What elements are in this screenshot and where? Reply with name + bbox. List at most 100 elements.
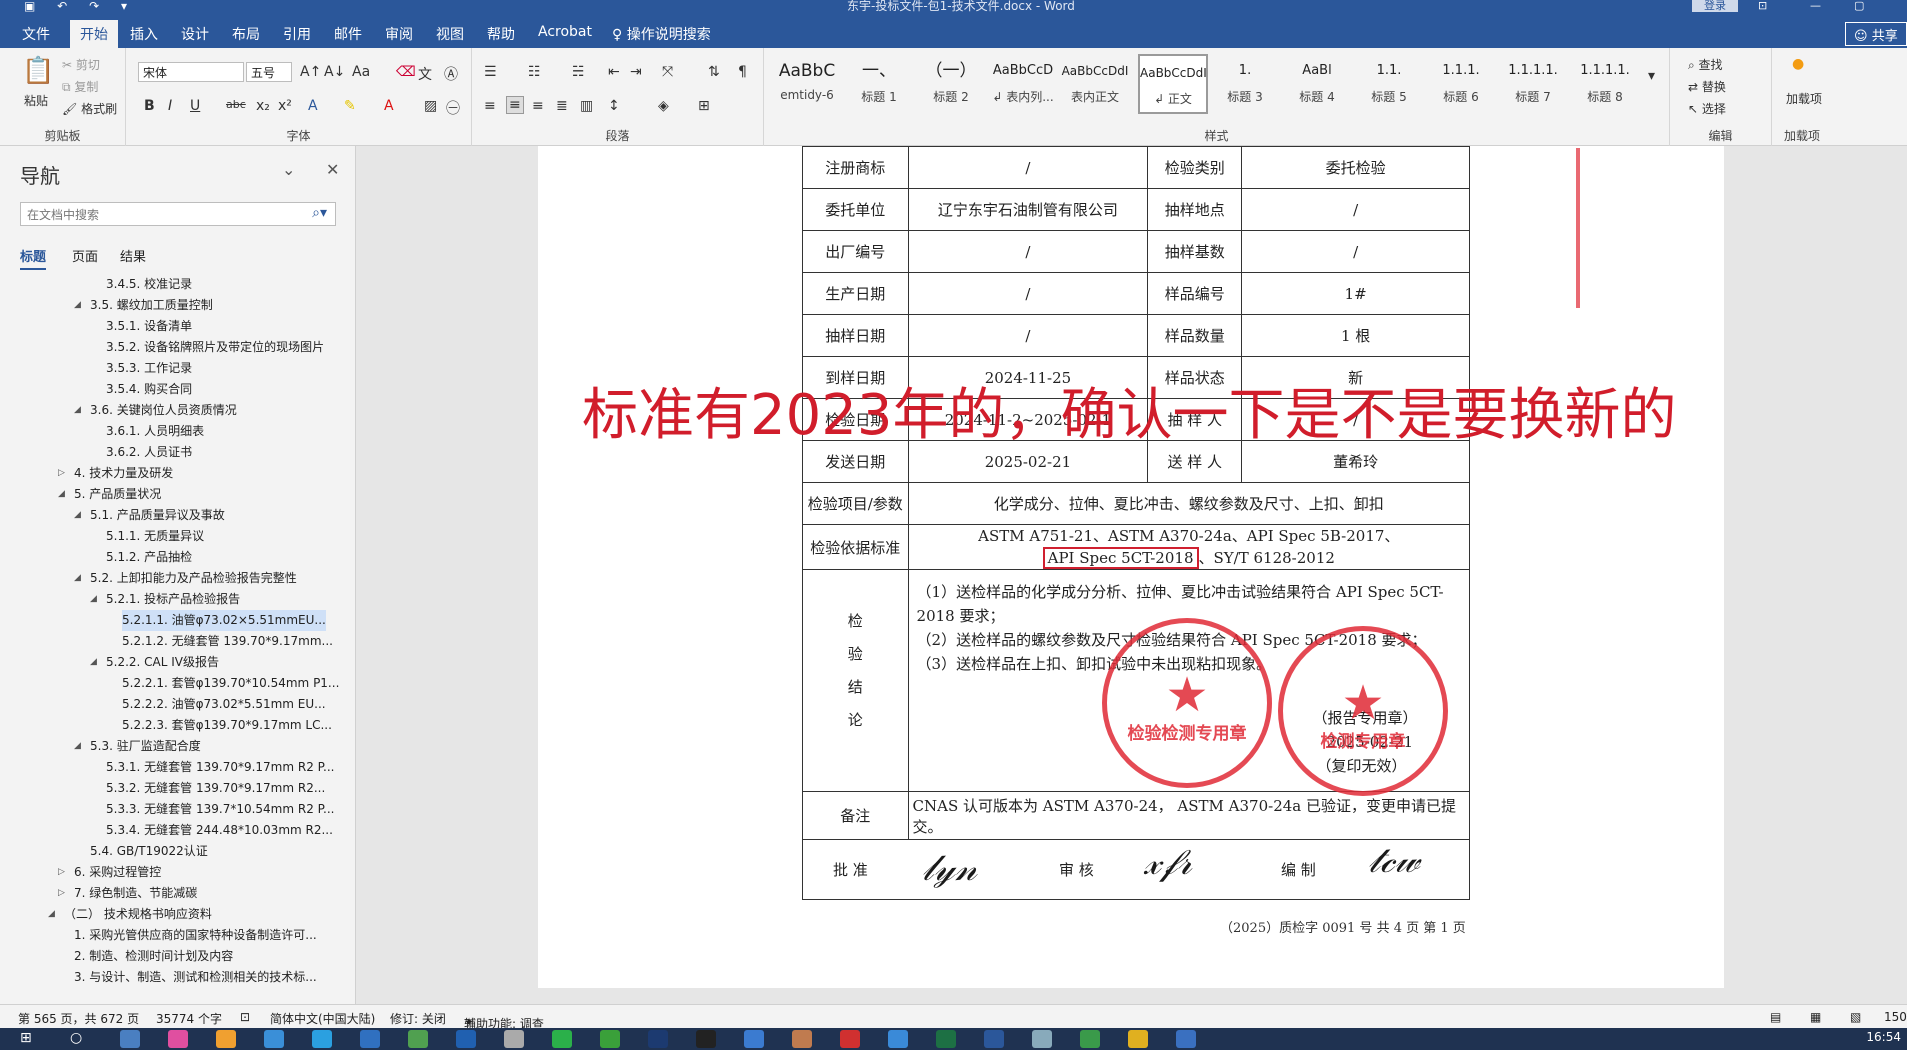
- styles-more-icon[interactable]: ▾: [1648, 68, 1655, 84]
- numbering-icon[interactable]: ☷: [528, 64, 541, 80]
- bold-icon[interactable]: B: [144, 98, 155, 114]
- app-icon[interactable]: [744, 1030, 764, 1048]
- page-count[interactable]: 第 565 页，共 672 页: [18, 1010, 139, 1027]
- app-icon[interactable]: [888, 1030, 908, 1048]
- increase-indent-icon[interactable]: ⇥: [630, 64, 642, 80]
- app-icon[interactable]: [456, 1030, 476, 1048]
- tab-file[interactable]: 文件: [22, 24, 50, 44]
- style-heading-2[interactable]: （一） 标题 2: [916, 54, 986, 114]
- char-shading-icon[interactable]: ▨: [424, 98, 437, 114]
- tab-view[interactable]: 视图: [436, 24, 464, 44]
- windows-start-icon[interactable]: ⊞: [20, 1030, 40, 1048]
- style-heading-6[interactable]: 1.1.1. 标题 6: [1426, 54, 1496, 114]
- qq-icon[interactable]: [696, 1030, 716, 1048]
- nav-heading-item[interactable]: 3.5.3. 工作记录: [106, 358, 192, 379]
- folder-icon[interactable]: [1128, 1030, 1148, 1048]
- minimize-icon[interactable]: —: [1810, 0, 1821, 12]
- style-heading-8[interactable]: 1.1.1.1. 标题 8: [1570, 54, 1640, 114]
- align-right-icon[interactable]: ≡: [532, 98, 544, 114]
- nav-heading-item[interactable]: ◢ 5. 产品质量状况: [58, 484, 161, 505]
- strikethrough-icon[interactable]: abc: [226, 98, 246, 111]
- app-icon[interactable]: [792, 1030, 812, 1048]
- close-icon[interactable]: ✕: [326, 160, 339, 179]
- addins-button[interactable]: 加载项: [1786, 90, 1822, 107]
- nav-heading-item[interactable]: 3.5.1. 设备清单: [106, 316, 192, 337]
- app-icon[interactable]: [600, 1030, 620, 1048]
- tab-references[interactable]: 引用: [283, 24, 311, 44]
- nav-heading-item[interactable]: ◢ 3.6. 关键岗位人员资质情况: [74, 400, 237, 421]
- borders-icon[interactable]: ⊞: [698, 98, 710, 114]
- nav-search-input[interactable]: 在文档中搜索 ⌕▾: [20, 202, 336, 226]
- read-mode-icon[interactable]: ▤: [1770, 1010, 1781, 1024]
- superscript-icon[interactable]: x²: [278, 98, 292, 114]
- nav-heading-item[interactable]: 5.3.3. 无缝套管 139.7*10.54mm R2 P...: [106, 799, 334, 820]
- language[interactable]: 简体中文(中国大陆): [270, 1010, 375, 1027]
- select-button[interactable]: ↖ 选择: [1688, 100, 1726, 117]
- chinese-layout-icon[interactable]: ⤧: [662, 64, 673, 80]
- web-layout-icon[interactable]: ▧: [1850, 1010, 1861, 1024]
- nav-heading-item[interactable]: ◢ 5.3. 驻厂监造配合度: [74, 736, 201, 757]
- app-icon[interactable]: [1032, 1030, 1052, 1048]
- app-icon[interactable]: [312, 1030, 332, 1048]
- nav-heading-item[interactable]: 3. 与设计、制造、测试和检测相关的技术标...: [74, 967, 317, 988]
- style-table-body[interactable]: AaBbCcDdI 表内正文: [1060, 54, 1130, 114]
- tab-pages[interactable]: 页面: [72, 246, 98, 265]
- char-border-icon[interactable]: Ⓐ: [444, 64, 458, 84]
- proofing-icon[interactable]: ⊡: [240, 1010, 250, 1024]
- customize-icon[interactable]: ▾: [121, 0, 127, 13]
- share-button[interactable]: ☺ 共享: [1845, 22, 1907, 46]
- print-layout-icon[interactable]: ▦: [1810, 1010, 1821, 1024]
- acrobat-icon[interactable]: [840, 1030, 860, 1048]
- nav-heading-item[interactable]: 5.2.1.1. 油管φ73.02×5.51mmEU...: [122, 610, 326, 631]
- underline-icon[interactable]: U: [190, 98, 200, 114]
- nav-heading-item[interactable]: 3.5.2. 设备铭牌照片及带定位的现场图片: [106, 337, 324, 358]
- line-spacing-icon[interactable]: ↕: [608, 98, 620, 114]
- nav-heading-item[interactable]: 5.2.2.1. 套管φ139.70*10.54mm P1...: [122, 673, 339, 694]
- change-case-icon[interactable]: Aa: [352, 64, 370, 80]
- search-icon[interactable]: ⌕▾: [312, 205, 327, 221]
- collapse-icon[interactable]: ◢: [90, 589, 97, 610]
- align-center-icon[interactable]: ≡: [506, 96, 524, 114]
- ribbon-display-icon[interactable]: ⊡: [1758, 0, 1767, 12]
- style-heading-3[interactable]: 1. 标题 3: [1210, 54, 1280, 114]
- justify-icon[interactable]: ≣: [556, 98, 568, 114]
- nav-heading-item[interactable]: ◢ 5.2.2. CAL IV级报告: [90, 652, 219, 673]
- tab-results[interactable]: 结果: [120, 246, 146, 265]
- tab-headings[interactable]: 标题: [20, 246, 47, 270]
- tab-help[interactable]: 帮助: [487, 24, 515, 44]
- nav-heading-item[interactable]: ◢ 5.2.1. 投标产品检验报告: [90, 589, 240, 610]
- collapse-icon[interactable]: ◢: [90, 652, 97, 673]
- redo-icon[interactable]: ↷: [89, 0, 99, 13]
- copy-button[interactable]: ⧉ 复制: [62, 78, 98, 95]
- nav-heading-item[interactable]: ▷ 7. 绿色制造、节能减碳: [58, 883, 197, 904]
- maximize-icon[interactable]: ▢: [1854, 0, 1864, 12]
- clear-format-icon[interactable]: ⌫: [396, 64, 416, 80]
- app-icon[interactable]: [408, 1030, 428, 1048]
- app-icon[interactable]: [1080, 1030, 1100, 1048]
- decrease-indent-icon[interactable]: ⇤: [608, 64, 620, 80]
- save-icon[interactable]: ▣: [24, 0, 35, 13]
- app-icon[interactable]: [1176, 1030, 1196, 1048]
- cut-button[interactable]: ✂ 剪切: [62, 56, 100, 73]
- collapse-icon[interactable]: ◢: [48, 904, 55, 925]
- app-icon[interactable]: [504, 1030, 524, 1048]
- collapse-icon[interactable]: ◢: [58, 484, 65, 505]
- app-icon[interactable]: [264, 1030, 284, 1048]
- expand-icon[interactable]: ▷: [58, 883, 65, 904]
- photoshop-icon[interactable]: [648, 1030, 668, 1048]
- expand-icon[interactable]: ▷: [58, 862, 65, 883]
- tab-design[interactable]: 设计: [181, 24, 209, 44]
- font-color-icon[interactable]: A: [384, 98, 394, 114]
- bullets-icon[interactable]: ☰: [484, 64, 497, 80]
- tab-home[interactable]: 开始: [70, 20, 118, 48]
- nav-heading-item[interactable]: 5.3.4. 无缝套管 244.48*10.03mm R2...: [106, 820, 333, 841]
- nav-heading-item[interactable]: ◢ 5.2. 上卸扣能力及产品检验报告完整性: [74, 568, 297, 589]
- collapse-icon[interactable]: ◢: [74, 568, 81, 589]
- nav-heading-item[interactable]: 1. 采购光管供应商的国家特种设备制造许可...: [74, 925, 317, 946]
- calculator-icon[interactable]: [120, 1030, 140, 1048]
- shrink-font-icon[interactable]: A↓: [324, 64, 345, 80]
- nav-heading-item[interactable]: ▷ 6. 采购过程管控: [58, 862, 161, 883]
- subscript-icon[interactable]: x₂: [256, 98, 270, 114]
- nav-heading-item[interactable]: ▷ 4. 技术力量及研发: [58, 463, 173, 484]
- nav-heading-item[interactable]: 5.1.1. 无质量异议: [106, 526, 204, 547]
